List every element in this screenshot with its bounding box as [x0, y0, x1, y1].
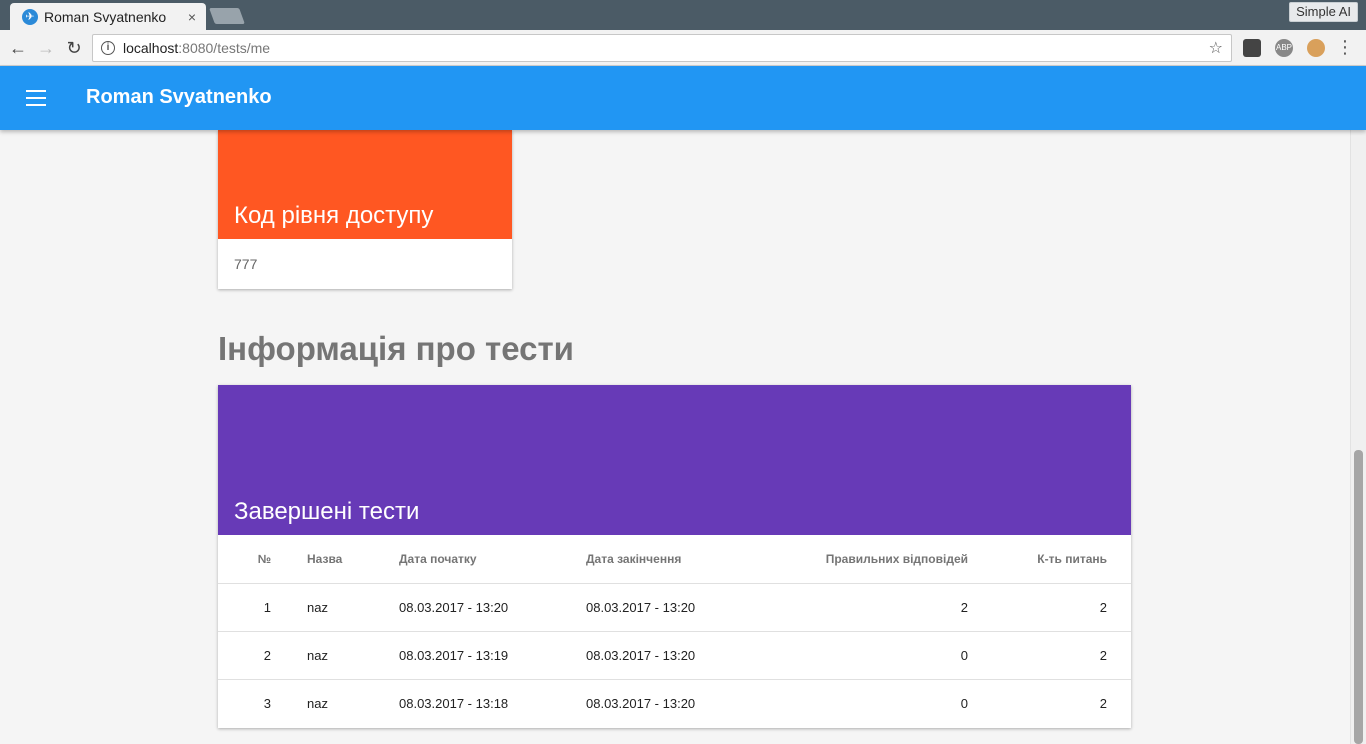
address-bar[interactable]: i localhost:8080/tests/me ☆	[92, 34, 1232, 62]
back-arrow-icon[interactable]: ←	[6, 36, 30, 60]
cell-number: 3	[263, 695, 271, 711]
menu-icon[interactable]	[26, 90, 46, 106]
browser-menu-icon[interactable]: ⋮	[1336, 37, 1354, 57]
app-bar: Roman Svyatnenko	[0, 66, 1366, 130]
column-header-correct-answers: Правильних відповідей	[766, 535, 968, 584]
extension-lock-icon[interactable]	[1243, 39, 1261, 57]
url-text[interactable]: localhost:8080/tests/me	[123, 40, 1209, 56]
completed-tests-title: Завершені тести	[234, 498, 420, 525]
cell-end-date: 08.03.2017 - 13:20	[586, 631, 766, 680]
app-title: Roman Svyatnenko	[86, 86, 272, 108]
reload-icon[interactable]: ↻	[62, 36, 86, 60]
cell-end-date: 08.03.2017 - 13:20	[586, 695, 696, 711]
cell-start-date: 08.03.2017 - 13:20	[399, 583, 586, 632]
cookie-icon[interactable]	[1307, 39, 1325, 57]
new-tab-button[interactable]	[209, 8, 245, 24]
bookmark-star-icon[interactable]: ☆	[1209, 38, 1223, 58]
cell-question-count: 2	[968, 631, 1131, 680]
column-header-question-count: К-ть питань	[968, 535, 1131, 584]
cell-number: 1	[218, 583, 307, 632]
tab-title: Roman Svyatnenko	[44, 8, 167, 25]
column-header-number: №	[218, 535, 307, 584]
cell-correct-answers: 2	[766, 583, 968, 632]
cell-correct-answers: 0	[960, 695, 968, 711]
browser-tab-bar: ✈ Roman Svyatnenko × Simple AI	[0, 0, 1366, 30]
completed-tests-card: Завершені тести № Назва Дата початку Дат…	[218, 385, 1131, 728]
table-header-row: № Назва Дата початку Дата закінчення Пра…	[218, 535, 1131, 584]
info-icon[interactable]: i	[101, 41, 115, 55]
column-header-end-date: Дата закінчення	[586, 535, 766, 584]
cell-number: 2	[218, 631, 307, 680]
scrollbar-thumb[interactable]	[1354, 450, 1363, 744]
column-header-name: Назва	[307, 535, 399, 584]
cell-question-count: 2	[968, 583, 1131, 632]
table-row[interactable]: 2 naz 08.03.2017 - 13:19 08.03.2017 - 13…	[218, 631, 1131, 680]
browser-toolbar: ← → ↻ i localhost:8080/tests/me ☆ ABP ⋮	[0, 30, 1366, 66]
cell-start-date: 08.03.2017 - 13:18	[399, 695, 509, 711]
cell-correct-answers: 0	[766, 631, 968, 680]
simple-ai-extension-button[interactable]: Simple AI	[1289, 2, 1358, 22]
adblock-icon[interactable]: ABP	[1275, 39, 1293, 57]
tests-table: № Назва Дата початку Дата закінчення Пра…	[218, 535, 1131, 727]
cell-question-count: 2	[1099, 695, 1107, 711]
access-level-card: Код рівня доступу 777	[218, 130, 512, 289]
cell-start-date: 08.03.2017 - 13:19	[399, 631, 586, 680]
site-favicon-icon: ✈	[22, 8, 38, 25]
completed-tests-header: Завершені тести	[218, 385, 1131, 535]
access-level-title: Код рівня доступу	[234, 202, 434, 229]
access-level-card-header: Код рівня доступу	[218, 130, 512, 239]
table-row[interactable]: 1 naz 08.03.2017 - 13:20 08.03.2017 - 13…	[218, 583, 1131, 632]
main-content: Код рівня доступу 777 Інформація про тес…	[0, 130, 1350, 744]
cell-end-date: 08.03.2017 - 13:20	[586, 583, 766, 632]
column-header-start-date: Дата початку	[399, 535, 586, 584]
table-row[interactable]: 3 naz 08.03.2017 - 13:18 08.03.2017 - 13…	[218, 679, 1131, 727]
section-title: Інформація про тести	[218, 330, 574, 367]
browser-tab[interactable]: ✈ Roman Svyatnenko ×	[10, 3, 206, 30]
forward-arrow-icon[interactable]: →	[34, 36, 58, 60]
close-tab-icon[interactable]: ×	[188, 9, 196, 25]
cell-name: naz	[307, 583, 399, 632]
cell-name: naz	[307, 631, 399, 680]
access-level-value: 777	[234, 256, 258, 272]
cell-name: naz	[307, 695, 328, 711]
page-scrollbar[interactable]	[1350, 66, 1366, 744]
